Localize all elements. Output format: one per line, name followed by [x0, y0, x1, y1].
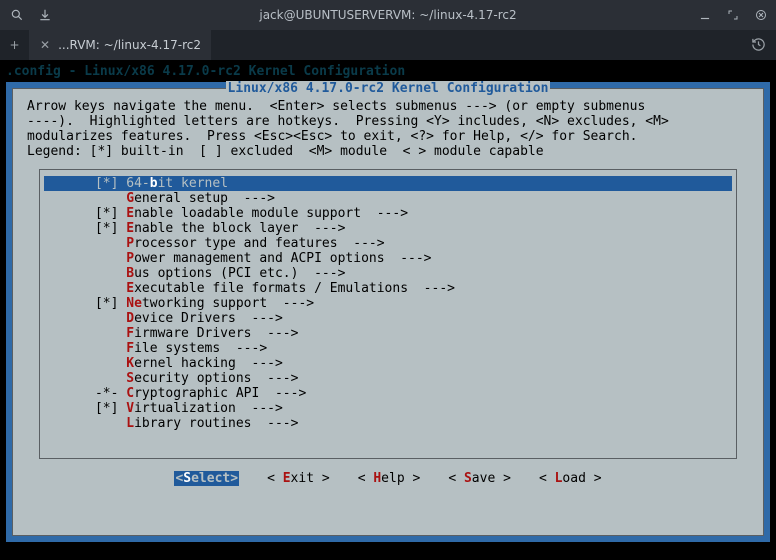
- menu-item[interactable]: [*] Enable loadable module support --->: [44, 206, 732, 221]
- select-button[interactable]: <Select>: [174, 471, 239, 486]
- menu-item[interactable]: [*] Virtualization --->: [44, 401, 732, 416]
- minimize-icon[interactable]: [698, 8, 712, 22]
- background-config-line: .config - Linux/x86 4.17.0-rc2 Kernel Co…: [6, 64, 770, 80]
- terminal-area: .config - Linux/x86 4.17.0-rc2 Kernel Co…: [0, 60, 776, 560]
- load-button[interactable]: < Load >: [539, 471, 602, 486]
- menu-item[interactable]: [*] Enable the block layer --->: [44, 221, 732, 236]
- menu-item[interactable]: -*- Cryptographic API --->: [44, 386, 732, 401]
- maximize-icon[interactable]: [726, 8, 740, 22]
- menu-item[interactable]: [*] 64-bit kernel: [44, 176, 732, 191]
- menu-item[interactable]: [*] Networking support --->: [44, 296, 732, 311]
- tab-close-icon[interactable]: ✕: [40, 38, 50, 52]
- button-row: <Select> < Exit > < Help > < Save > < Load >: [13, 459, 763, 496]
- menu-item[interactable]: Library routines --->: [44, 416, 732, 431]
- close-icon[interactable]: [754, 8, 768, 22]
- menu-item[interactable]: Processor type and features --->: [44, 236, 732, 251]
- save-button[interactable]: < Save >: [448, 471, 511, 486]
- help-button[interactable]: < Help >: [358, 471, 421, 486]
- search-icon[interactable]: [10, 8, 24, 22]
- menu-list[interactable]: [*] 64-bit kernel General setup ---> [*]…: [39, 169, 737, 459]
- download-icon[interactable]: [38, 8, 52, 22]
- menu-item[interactable]: Security options --->: [44, 371, 732, 386]
- menu-item[interactable]: File systems --->: [44, 341, 732, 356]
- menuconfig-dialog: Linux/x86 4.17.0-rc2 Kernel Configuratio…: [12, 88, 764, 536]
- window-titlebar: jack@UBUNTUSERVERVM: ~/linux-4.17-rc2: [0, 0, 776, 30]
- tab-bar: + ✕ ...RVM: ~/linux-4.17-rc2: [0, 30, 776, 60]
- menu-item[interactable]: Device Drivers --->: [44, 311, 732, 326]
- menu-item[interactable]: Power management and ACPI options --->: [44, 251, 732, 266]
- menu-item[interactable]: Kernel hacking --->: [44, 356, 732, 371]
- dialog-help-text: Arrow keys navigate the menu. <Enter> se…: [13, 89, 763, 165]
- window-title: jack@UBUNTUSERVERVM: ~/linux-4.17-rc2: [0, 8, 776, 22]
- dialog-title: Linux/x86 4.17.0-rc2 Kernel Configuratio…: [13, 81, 763, 96]
- tab-label: ...RVM: ~/linux-4.17-rc2: [58, 38, 201, 52]
- terminal-tab[interactable]: ✕ ...RVM: ~/linux-4.17-rc2: [30, 30, 212, 60]
- exit-button[interactable]: < Exit >: [267, 471, 330, 486]
- menu-item[interactable]: Executable file formats / Emulations ---…: [44, 281, 732, 296]
- menu-item[interactable]: General setup --->: [44, 191, 732, 206]
- history-icon[interactable]: [751, 37, 766, 55]
- menuconfig-background: Linux/x86 4.17.0-rc2 Kernel Configuratio…: [6, 82, 770, 542]
- menu-item[interactable]: Bus options (PCI etc.) --->: [44, 266, 732, 281]
- new-tab-button[interactable]: +: [0, 30, 30, 60]
- menu-item[interactable]: Firmware Drivers --->: [44, 326, 732, 341]
